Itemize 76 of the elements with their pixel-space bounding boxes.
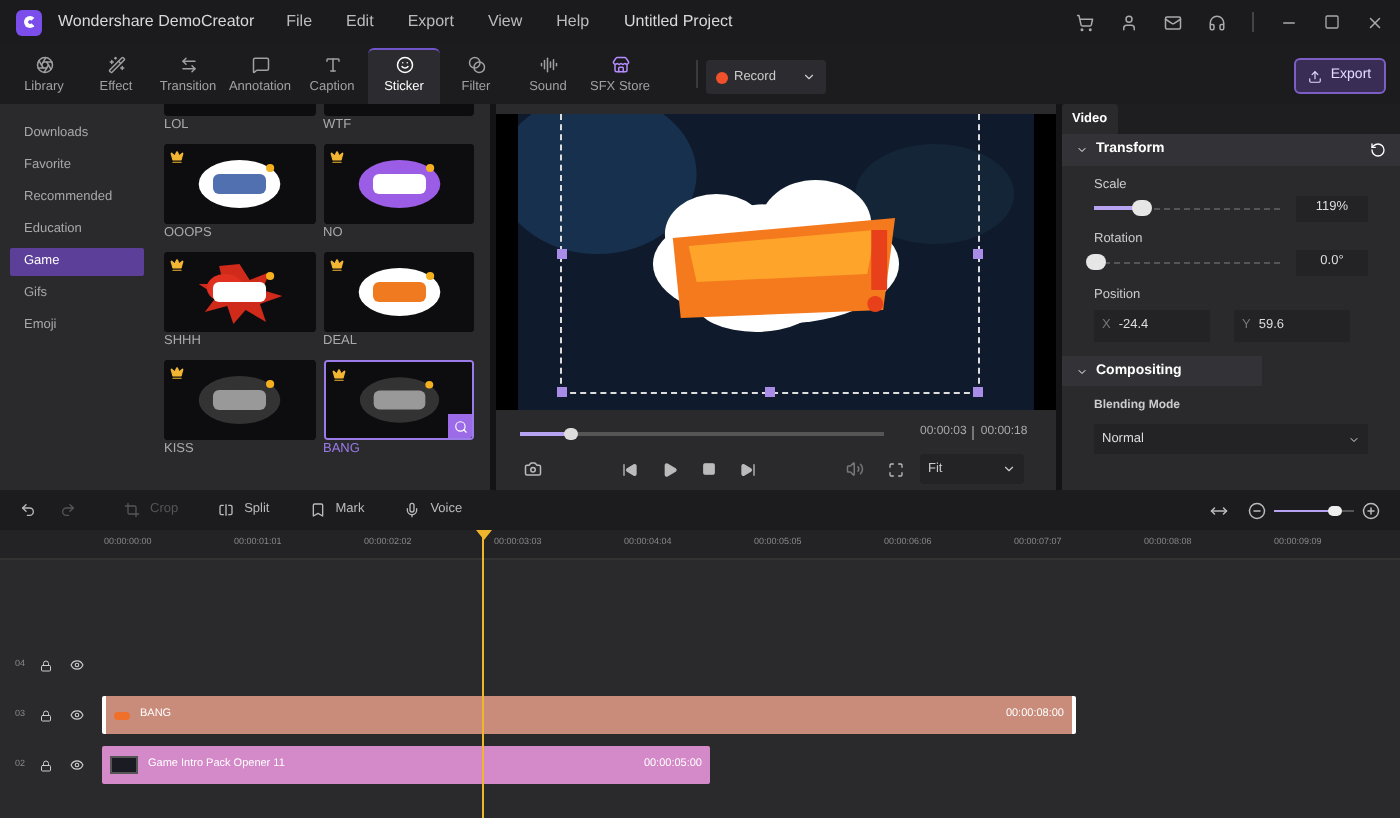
slider-thumb[interactable]: [1086, 254, 1106, 270]
reset-icon[interactable]: [1370, 142, 1386, 158]
zoom-out-icon[interactable]: [1248, 501, 1266, 519]
user-icon[interactable]: [1120, 13, 1138, 31]
sticker-thumbnail-edge[interactable]: [323, 104, 474, 116]
menu-item[interactable]: Help: [556, 10, 590, 34]
previous-frame-icon[interactable]: [622, 461, 638, 477]
stop-icon[interactable]: [702, 461, 716, 475]
eye-icon[interactable]: [70, 658, 84, 672]
search-icon: [453, 419, 467, 433]
upload-icon: [1308, 69, 1323, 83]
split-icon: [218, 502, 235, 518]
eye-icon[interactable]: [70, 708, 84, 722]
resize-handle[interactable]: [557, 387, 567, 397]
crown-icon: [170, 150, 184, 164]
blend-icon: [467, 55, 485, 74]
microphone-icon: [404, 502, 421, 518]
menu-item[interactable]: View: [487, 10, 523, 34]
eye-icon[interactable]: [70, 758, 84, 772]
resize-handle[interactable]: [973, 248, 983, 258]
chevron-icon: [1076, 365, 1088, 378]
resize-handle[interactable]: [765, 387, 775, 397]
app-name: Wondershare DemoCreator: [58, 10, 255, 34]
zoom-slider[interactable]: [1274, 504, 1354, 516]
crown-icon: [329, 150, 343, 164]
caret-icon: [802, 70, 816, 84]
crown-icon: [170, 258, 184, 272]
next-frame-icon[interactable]: [740, 461, 756, 477]
cart-icon[interactable]: [1076, 13, 1094, 31]
store-icon: [611, 55, 629, 74]
lock-icon[interactable]: [40, 659, 52, 671]
arrows-icon: [179, 55, 197, 74]
menu-item[interactable]: File: [286, 10, 313, 34]
wand-icon: [107, 55, 125, 74]
lock-icon[interactable]: [40, 709, 52, 721]
zoom-slider-thumb[interactable]: [1328, 505, 1342, 515]
crown-icon: [170, 366, 184, 380]
playhead-thumb[interactable]: [564, 427, 579, 439]
maximize-icon[interactable]: [1324, 14, 1340, 30]
app-logo-icon: [16, 9, 42, 35]
text-icon: [323, 55, 341, 74]
fullscreen-icon[interactable]: [888, 461, 904, 477]
menu-item[interactable]: Export: [407, 10, 454, 34]
zoom-button[interactable]: [448, 414, 472, 438]
undo-icon[interactable]: [20, 502, 36, 518]
camera-icon[interactable]: [524, 460, 542, 478]
sticker-clip-icon: [114, 711, 130, 719]
volume-icon[interactable]: [846, 460, 864, 478]
menu-item[interactable]: Edit: [346, 10, 374, 34]
clip-thumbnail-icon: [110, 756, 138, 774]
selection-frame[interactable]: [560, 114, 980, 394]
zoom-in-icon[interactable]: [1362, 501, 1380, 519]
lock-icon[interactable]: [40, 759, 52, 771]
crop-icon: [124, 502, 140, 518]
project-title: Untitled Project: [624, 10, 733, 34]
caret-icon: [1002, 462, 1016, 476]
chevron-icon: [1076, 144, 1088, 156]
close-icon[interactable]: [1366, 13, 1384, 31]
slider-thumb[interactable]: [1132, 200, 1153, 217]
sticker-thumbnail-edge[interactable]: [164, 104, 315, 116]
resize-handle[interactable]: [973, 387, 983, 397]
fit-timeline-icon[interactable]: [1210, 501, 1228, 519]
playhead-marker-icon[interactable]: [476, 530, 492, 540]
crown-icon: [331, 368, 345, 382]
smiley-icon: [395, 56, 413, 75]
speech-bubble-icon: [251, 55, 269, 74]
crown-icon: [329, 258, 343, 272]
audio-wave-icon: [539, 55, 557, 74]
caret-icon: [1348, 433, 1360, 446]
play-icon[interactable]: [662, 461, 678, 477]
headset-icon[interactable]: [1208, 13, 1226, 31]
aperture-icon: [35, 55, 53, 74]
slider[interactable]: [1094, 196, 1280, 221]
resize-handle[interactable]: [557, 248, 567, 258]
mail-icon[interactable]: [1164, 13, 1182, 31]
bookmark-icon: [309, 502, 326, 518]
